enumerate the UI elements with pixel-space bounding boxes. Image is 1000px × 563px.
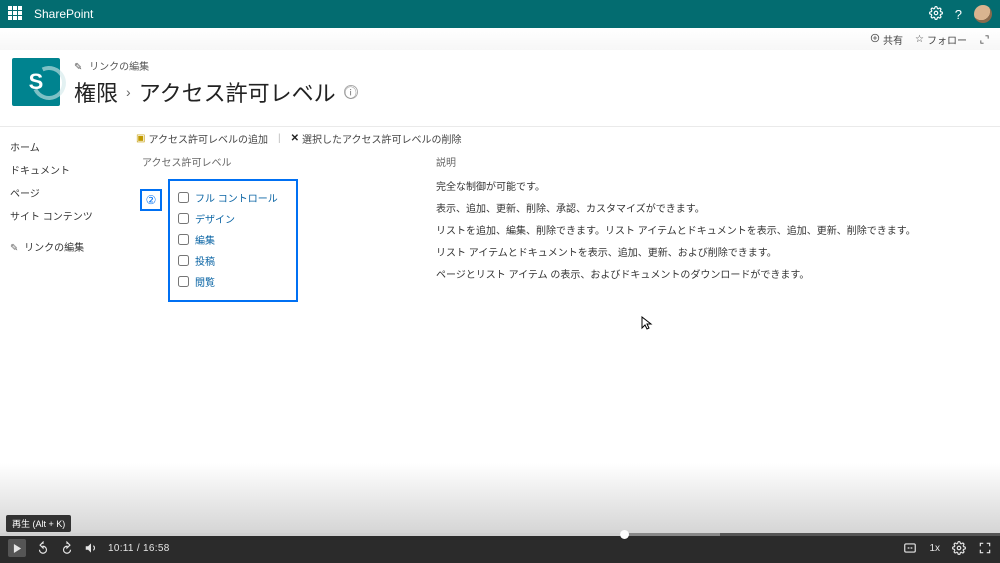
- level-column-header: アクセス許可レベル: [136, 152, 436, 177]
- play-button[interactable]: [8, 539, 26, 557]
- bottom-gradient: [0, 463, 1000, 533]
- share-label: 共有: [883, 32, 903, 47]
- permission-level-column: アクセス許可レベル ② フル コントロール デザイン: [136, 152, 436, 302]
- level-link-read[interactable]: 閲覧: [195, 274, 215, 289]
- nav-home[interactable]: ホーム: [10, 135, 96, 158]
- level-link-edit[interactable]: 編集: [195, 232, 215, 247]
- edit-links-top[interactable]: ✎ リンクの編集: [74, 58, 358, 73]
- level-desc: ページとリスト アイテム の表示、およびドキュメントのダウンロードができます。: [436, 265, 916, 287]
- level-link-contribute[interactable]: 投稿: [195, 253, 215, 268]
- page-command-row: 共有 ☆ フォロー: [0, 28, 1000, 50]
- captions-icon[interactable]: [903, 541, 917, 555]
- level-desc: リスト アイテムとドキュメントを表示、追加、更新、および削除できます。: [436, 243, 916, 265]
- follow-label: フォロー: [927, 32, 967, 47]
- level-row: フル コントロール: [178, 187, 278, 208]
- suite-bar: SharePoint ?: [0, 0, 1000, 28]
- annotation-number: ②: [140, 189, 162, 211]
- info-icon[interactable]: ⓘ: [344, 85, 358, 99]
- follow-button[interactable]: ☆ フォロー: [915, 32, 967, 47]
- desc-column-header: 説明: [436, 152, 916, 177]
- content-area: ▣ アクセス許可レベルの追加 | ✕ 選択したアクセス許可レベルの削除 アクセス…: [96, 127, 1000, 302]
- nav-edit-links[interactable]: ✎ リンクの編集: [10, 235, 96, 258]
- nav-pages[interactable]: ページ: [10, 181, 96, 204]
- level-checkbox[interactable]: [178, 192, 189, 203]
- scrubber-thumb[interactable]: [620, 530, 629, 539]
- skip-back-icon[interactable]: [36, 541, 50, 555]
- delete-permission-level-label: 選択したアクセス許可レベルの削除: [302, 131, 462, 146]
- main-area: ホーム ドキュメント ページ サイト コンテンツ ✎ リンクの編集 ▣ アクセス…: [0, 127, 1000, 302]
- level-link-design[interactable]: デザイン: [195, 211, 235, 226]
- level-checkbox[interactable]: [178, 234, 189, 245]
- share-button[interactable]: 共有: [870, 32, 903, 47]
- app-launcher-icon[interactable]: [8, 6, 24, 22]
- skip-forward-icon[interactable]: [60, 541, 74, 555]
- level-link-full-control[interactable]: フル コントロール: [195, 190, 278, 205]
- time-total: 16:58: [143, 543, 170, 554]
- share-icon: [870, 33, 880, 46]
- level-desc: 完全な制御が可能です。: [436, 177, 916, 199]
- page-header: S ✎ リンクの編集 権限 › アクセス許可レベル ⓘ: [0, 50, 1000, 127]
- avatar[interactable]: [974, 5, 992, 23]
- side-nav: ホーム ドキュメント ページ サイト コンテンツ ✎ リンクの編集: [0, 127, 96, 302]
- breadcrumb-levels: アクセス許可レベル: [139, 76, 336, 108]
- play-tooltip: 再生 (Alt + K): [6, 515, 71, 532]
- help-icon[interactable]: ?: [955, 7, 962, 22]
- pencil-icon: ✎: [74, 62, 82, 73]
- level-checkbox[interactable]: [178, 255, 189, 266]
- time-current: 10:11: [108, 543, 134, 554]
- video-scrubber[interactable]: [0, 533, 1000, 536]
- breadcrumb-separator-icon: ›: [126, 84, 131, 100]
- mouse-cursor-icon: [641, 316, 653, 333]
- level-row: 編集: [178, 229, 278, 250]
- pencil-icon: ✎: [10, 243, 18, 254]
- level-row: 閲覧: [178, 271, 278, 292]
- nav-documents[interactable]: ドキュメント: [10, 158, 96, 181]
- level-row: 投稿: [178, 250, 278, 271]
- ribbon-separator: |: [278, 133, 281, 144]
- annotation: ② フル コントロール デザイン 編集: [136, 177, 436, 302]
- level-checkbox[interactable]: [178, 276, 189, 287]
- level-row: デザイン: [178, 208, 278, 229]
- brand-label: SharePoint: [34, 7, 93, 21]
- volume-icon[interactable]: [84, 541, 98, 555]
- gear-icon[interactable]: [929, 6, 943, 23]
- nav-site-contents[interactable]: サイト コンテンツ: [10, 204, 96, 227]
- add-permission-level-button[interactable]: ▣ アクセス許可レベルの追加: [136, 131, 268, 146]
- edit-links-top-label: リンクの編集: [89, 62, 149, 73]
- expand-icon[interactable]: [979, 34, 990, 45]
- fullscreen-icon[interactable]: [978, 541, 992, 555]
- annotation-box: フル コントロール デザイン 編集 投稿: [168, 179, 298, 302]
- breadcrumb-permissions[interactable]: 権限: [74, 76, 118, 108]
- delete-icon: ✕: [291, 133, 299, 144]
- settings-icon[interactable]: [952, 541, 966, 555]
- level-checkbox[interactable]: [178, 213, 189, 224]
- add-permission-level-label: アクセス許可レベルの追加: [148, 131, 268, 146]
- site-logo[interactable]: S: [12, 58, 60, 106]
- description-column: 説明 完全な制御が可能です。 表示、追加、更新、削除、承認、カスタマイズができま…: [436, 152, 916, 302]
- nav-edit-links-label: リンクの編集: [24, 243, 84, 254]
- playback-speed-button[interactable]: 1x: [929, 543, 940, 554]
- video-time: 10:11 / 16:58: [108, 543, 170, 554]
- video-player-bar: 再生 (Alt + K) 10:11 / 16:58 1x: [0, 533, 1000, 563]
- delete-permission-level-button[interactable]: ✕ 選択したアクセス許可レベルの削除: [291, 131, 462, 146]
- level-desc: リストを追加、編集、削除できます。リスト アイテムとドキュメントを表示、追加、更…: [436, 221, 916, 243]
- star-icon: ☆: [915, 34, 924, 45]
- add-icon: ▣: [136, 133, 145, 144]
- ribbon: ▣ アクセス許可レベルの追加 | ✕ 選択したアクセス許可レベルの削除: [136, 131, 1000, 146]
- page-title: 権限 › アクセス許可レベル ⓘ: [74, 76, 358, 108]
- level-desc: 表示、追加、更新、削除、承認、カスタマイズができます。: [436, 199, 916, 221]
